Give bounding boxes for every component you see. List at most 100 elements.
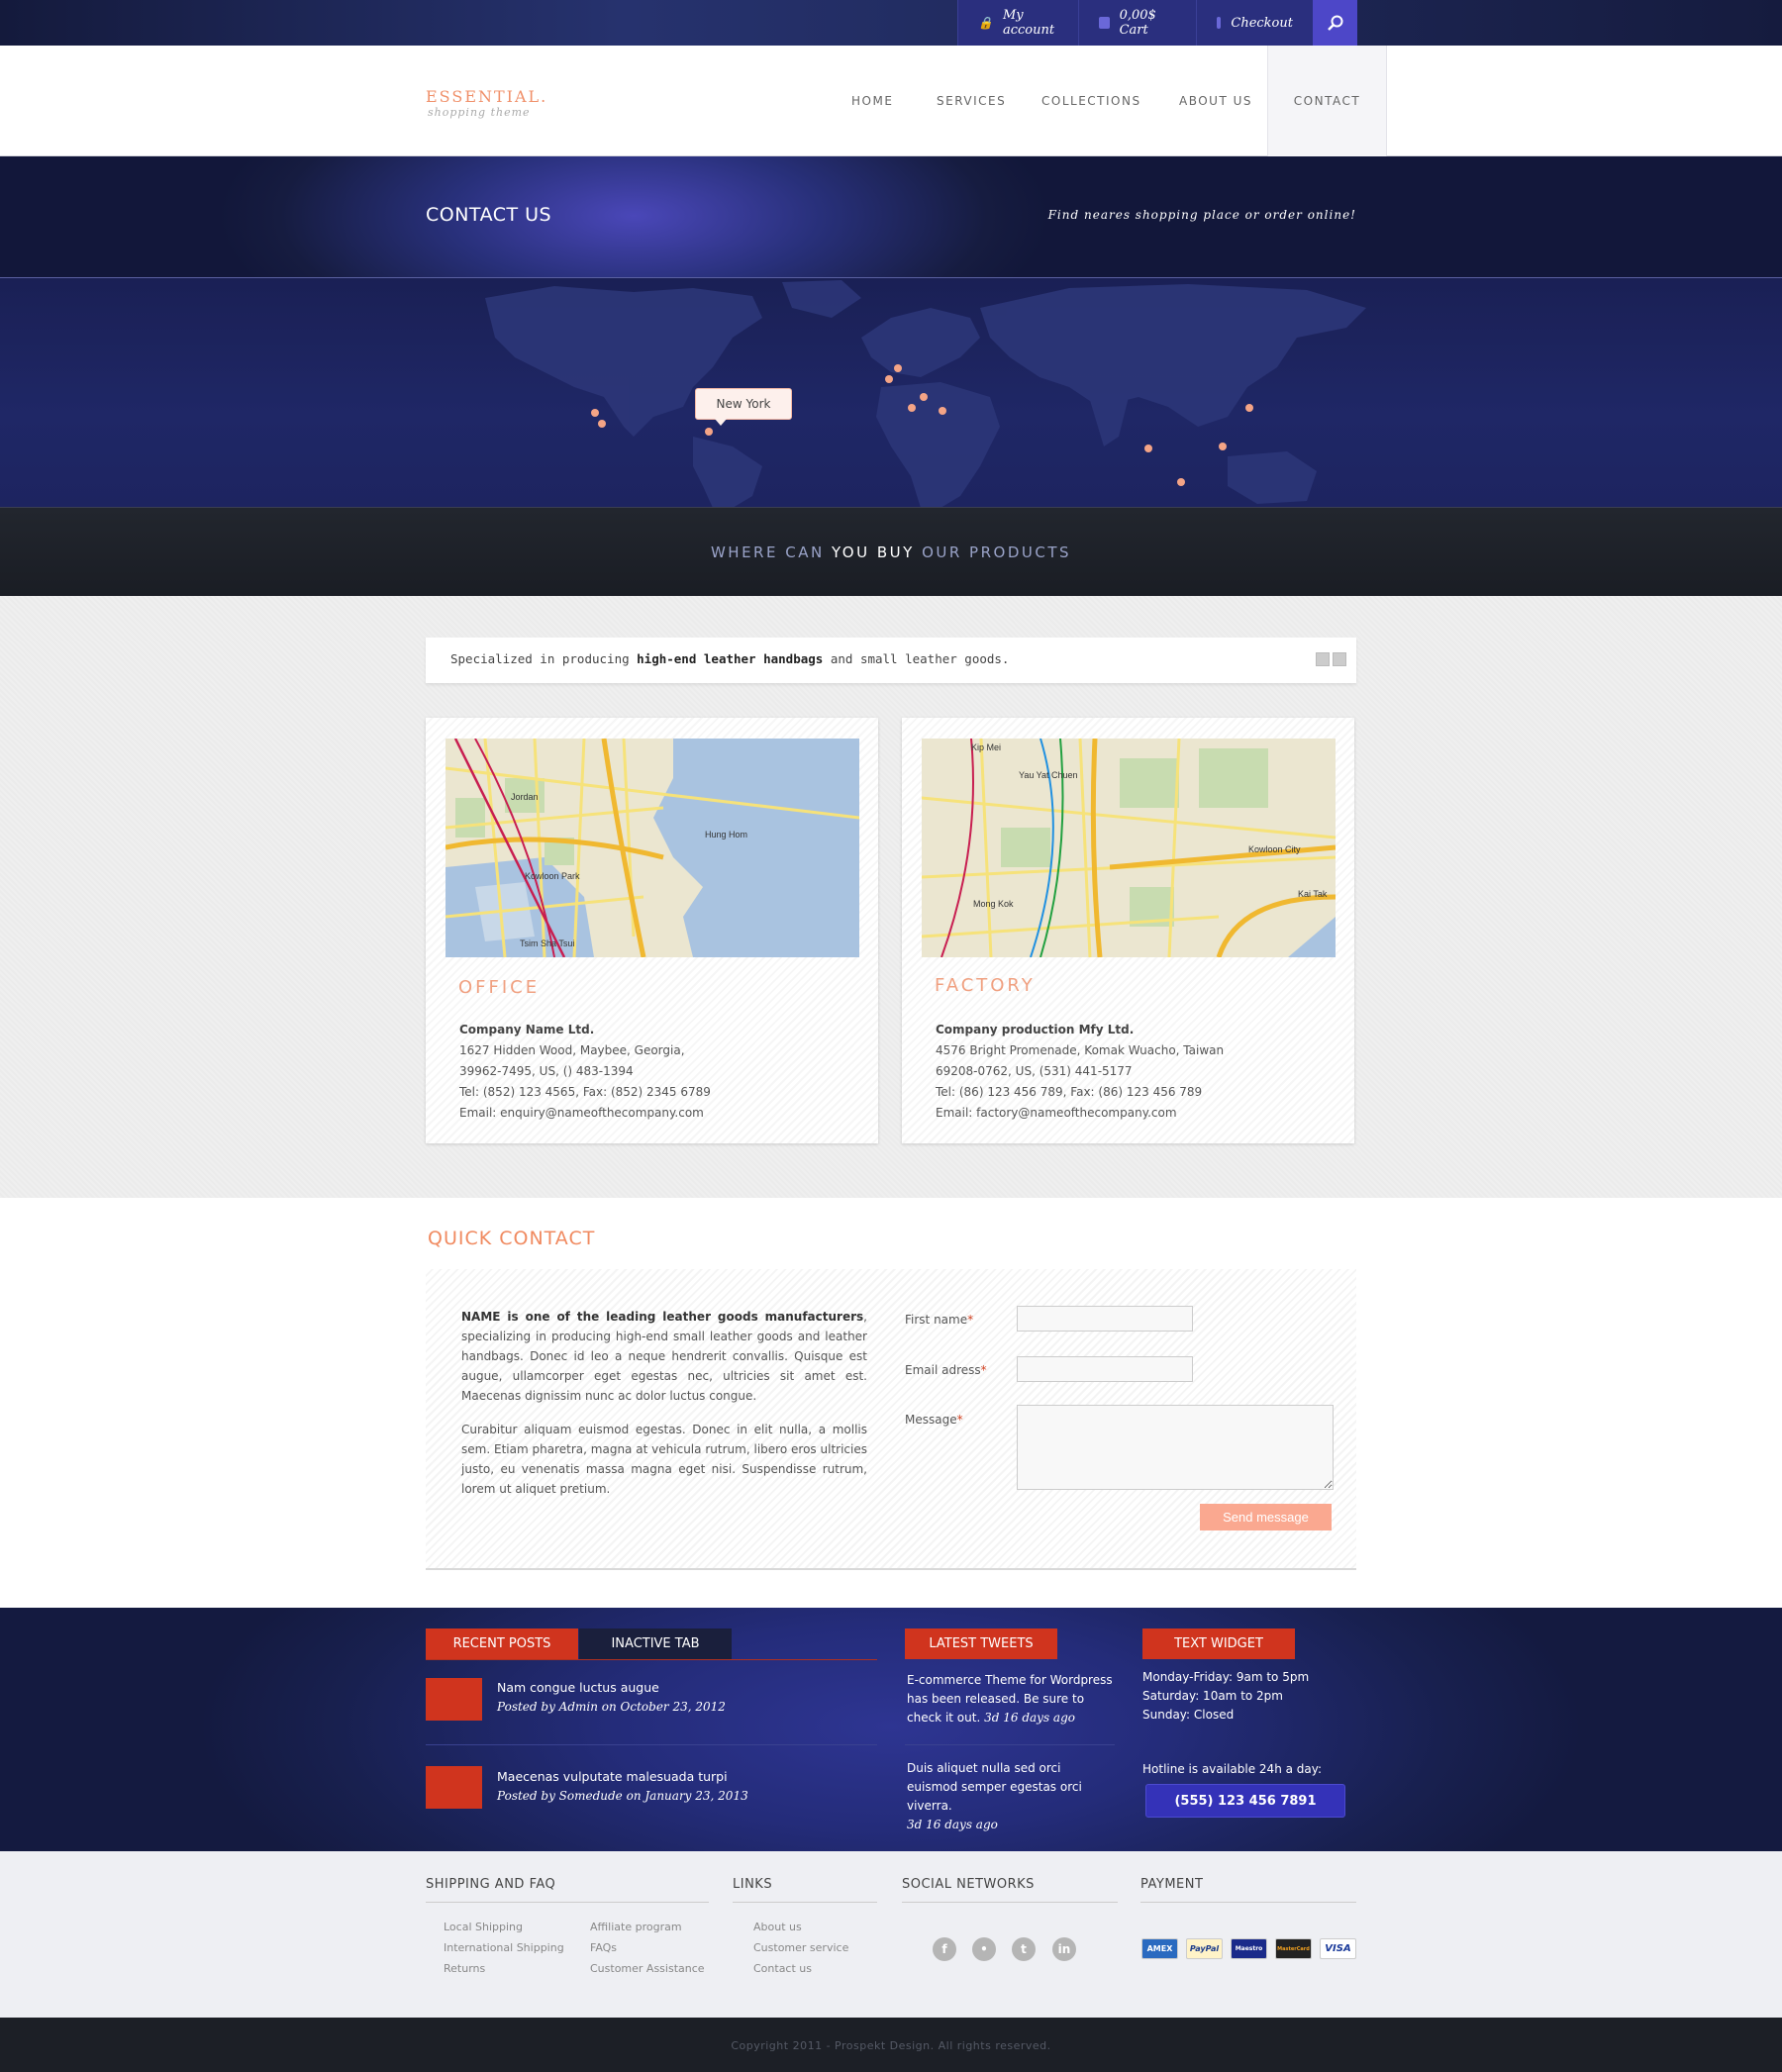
tab-recent-posts[interactable]: RECENT POSTS bbox=[426, 1628, 578, 1659]
office-email[interactable]: Email: enquiry@nameofthecompany.com bbox=[459, 1103, 711, 1124]
social-heading: SOCIAL NETWORKS bbox=[902, 1877, 1035, 1892]
post-title[interactable]: Maecenas vulputate malesuada turpi bbox=[497, 1769, 728, 1784]
facebook-icon[interactable]: f bbox=[933, 1937, 956, 1961]
first-name-input[interactable] bbox=[1017, 1306, 1193, 1332]
site-header: ESSENTIAL. shopping theme HOME SERVICES … bbox=[0, 46, 1782, 156]
footer-rule bbox=[426, 1902, 709, 1903]
search-icon bbox=[1327, 15, 1342, 31]
intro-pre: Specialized in producing bbox=[450, 651, 630, 666]
post-meta: Posted by Admin on October 23, 2012 bbox=[497, 1700, 726, 1714]
text-widget-title: TEXT WIDGET bbox=[1142, 1628, 1295, 1659]
first-name-label: First name* bbox=[905, 1313, 974, 1327]
payment-heading: PAYMENT bbox=[1140, 1877, 1204, 1892]
tab-inactive[interactable]: INACTIVE TAB bbox=[579, 1628, 732, 1659]
nav-home[interactable]: HOME bbox=[851, 46, 893, 156]
content-section bbox=[0, 596, 1782, 1198]
footer-link[interactable]: FAQs bbox=[590, 1941, 617, 1954]
where-bold: YOU BUY bbox=[831, 543, 915, 561]
footer-link[interactable]: Returns bbox=[444, 1962, 485, 1975]
search-button[interactable] bbox=[1313, 0, 1357, 46]
lock-icon: 🔒 bbox=[978, 16, 993, 30]
where-to-buy-heading: WHERE CAN YOU BUY OUR PRODUCTS bbox=[0, 543, 1782, 561]
next-arrow-icon[interactable] bbox=[1333, 652, 1346, 666]
email-input[interactable] bbox=[1017, 1356, 1193, 1382]
latest-tweets-title: LATEST TWEETS bbox=[905, 1628, 1057, 1659]
amex-icon: AMEX bbox=[1141, 1938, 1178, 1959]
office-card: Jordan Kowloon Park Tsim Sha Tsui Hung H… bbox=[426, 718, 878, 1143]
visa-icon: VISA bbox=[1320, 1938, 1356, 1959]
office-map[interactable]: Jordan Kowloon Park Tsim Sha Tsui Hung H… bbox=[446, 739, 859, 957]
maestro-icon: Maestro bbox=[1231, 1938, 1267, 1959]
svg-text:Mong Kok: Mong Kok bbox=[973, 899, 1014, 909]
world-map: New York bbox=[0, 277, 1782, 508]
post-title[interactable]: Nam congue luctus augue bbox=[497, 1680, 659, 1695]
factory-email[interactable]: Email: factory@nameofthecompany.com bbox=[936, 1103, 1224, 1124]
office-address: Company Name Ltd. 1627 Hidden Wood, Mayb… bbox=[459, 1020, 711, 1124]
post-thumbnail[interactable] bbox=[426, 1766, 482, 1809]
svg-text:Tsim Sha Tsui: Tsim Sha Tsui bbox=[520, 938, 574, 948]
footer-link[interactable]: Contact us bbox=[753, 1962, 812, 1975]
tooltip-arrow bbox=[715, 419, 727, 426]
footer-link[interactable]: International Shipping bbox=[444, 1941, 564, 1954]
quick-contact-box: NAME is one of the leading leather goods… bbox=[426, 1269, 1356, 1570]
nav-collections[interactable]: COLLECTIONS bbox=[1041, 46, 1141, 156]
qc-p2: Curabitur aliquam euismod egestas. Donec… bbox=[461, 1423, 867, 1496]
mastercard-icon: MasterCard bbox=[1275, 1938, 1312, 1959]
footer-rule bbox=[902, 1902, 1118, 1903]
intro-banner: Specialized in producing high-end leathe… bbox=[426, 638, 1356, 683]
svg-text:Yau Yat Chuen: Yau Yat Chuen bbox=[1019, 770, 1078, 780]
office-title: OFFICE bbox=[458, 977, 541, 998]
page-title-band: CONTACT US Find neares shopping place or… bbox=[0, 156, 1782, 277]
tweet-divider bbox=[905, 1744, 1115, 1745]
factory-line1: 4576 Bright Promenade, Komak Wuacho, Tai… bbox=[936, 1043, 1225, 1057]
factory-map-graphic: Kip Mei Yau Yat Chuen Kowloon City Mong … bbox=[922, 739, 1336, 957]
page-title: CONTACT US bbox=[426, 204, 552, 226]
paypal-icon: PayPal bbox=[1186, 1938, 1223, 1959]
map-tooltip: New York bbox=[695, 388, 792, 420]
quick-contact-title: QUICK CONTACT bbox=[428, 1228, 596, 1249]
logo[interactable]: ESSENTIAL. bbox=[426, 87, 547, 106]
top-bar: 🔒 My account 0,00$ Cart Checkout bbox=[0, 0, 1782, 46]
linkedin-icon[interactable]: in bbox=[1052, 1937, 1076, 1961]
nav-contact[interactable]: CONTACT bbox=[1267, 46, 1387, 156]
svg-text:Hung Hom: Hung Hom bbox=[705, 830, 747, 839]
nav-services[interactable]: SERVICES bbox=[937, 46, 1006, 156]
quick-contact-description: NAME is one of the leading leather goods… bbox=[461, 1307, 867, 1499]
footer-link[interactable]: Local Shipping bbox=[444, 1921, 523, 1933]
footer-link[interactable]: About us bbox=[753, 1921, 802, 1933]
where-to-buy-bar: WHERE CAN YOU BUY OUR PRODUCTS bbox=[0, 507, 1782, 596]
send-message-button[interactable]: Send message bbox=[1200, 1504, 1332, 1530]
where-post: OUR PRODUCTS bbox=[922, 543, 1072, 561]
email-label: Email adress* bbox=[905, 1363, 987, 1377]
copyright-bar: Copyright 2011 - Prospekt Design. All ri… bbox=[0, 2018, 1782, 2072]
footer-link[interactable]: Affiliate program bbox=[590, 1921, 682, 1933]
intro-post: and small leather goods. bbox=[830, 651, 1010, 666]
cart-label: 0,00$ Cart bbox=[1119, 8, 1156, 38]
footer-link[interactable]: Customer service bbox=[753, 1941, 848, 1954]
links-heading: LINKS bbox=[733, 1877, 773, 1892]
prev-arrow-icon[interactable] bbox=[1316, 652, 1330, 666]
svg-text:Kip Mei: Kip Mei bbox=[971, 742, 1001, 752]
page-tagline: Find neares shopping place or order onli… bbox=[1047, 208, 1356, 222]
nav-about-us[interactable]: ABOUT US bbox=[1179, 46, 1252, 156]
svg-text:Kowloon City: Kowloon City bbox=[1248, 844, 1301, 854]
post-meta: Posted by Somedude on January 23, 2013 bbox=[497, 1789, 748, 1803]
factory-line2: 69208-0762, US, (531) 441-5177 bbox=[936, 1064, 1133, 1078]
cart-link[interactable]: 0,00$ Cart bbox=[1078, 0, 1196, 46]
bag-icon bbox=[1099, 17, 1110, 29]
checkout-link[interactable]: Checkout bbox=[1196, 0, 1313, 46]
message-textarea[interactable] bbox=[1017, 1405, 1334, 1490]
hotline-button[interactable]: (555) 123 456 7891 bbox=[1145, 1784, 1345, 1818]
world-map-graphic bbox=[485, 280, 1366, 508]
footer-link[interactable]: Customer Assistance bbox=[590, 1962, 705, 1975]
my-account-link[interactable]: 🔒 My account bbox=[957, 0, 1078, 46]
post-thumbnail[interactable] bbox=[426, 1678, 482, 1721]
tabs-underline bbox=[426, 1659, 877, 1660]
factory-map[interactable]: Kip Mei Yau Yat Chuen Kowloon City Mong … bbox=[922, 739, 1336, 957]
twitter-icon[interactable]: t bbox=[1012, 1937, 1036, 1961]
svg-text:Kai Tak: Kai Tak bbox=[1298, 889, 1328, 899]
rss-icon[interactable]: • bbox=[972, 1937, 996, 1961]
factory-tel: Tel: (86) 123 456 789, Fax: (86) 123 456… bbox=[936, 1085, 1203, 1099]
qc-p1-bold: NAME is one of the leading leather goods… bbox=[461, 1310, 864, 1324]
tweet: E-commerce Theme for Wordpress has been … bbox=[907, 1673, 1113, 1725]
